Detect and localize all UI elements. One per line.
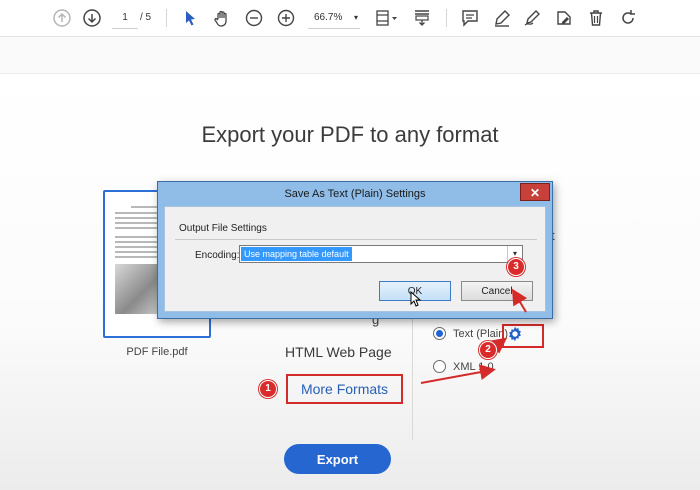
dialog-close-button[interactable]: ✕ <box>520 183 550 201</box>
step-badge-1: 1 <box>259 380 277 398</box>
encoding-value: Use mapping table default <box>241 247 352 261</box>
zoom-value: 66.7% <box>314 12 343 23</box>
mouse-cursor-icon <box>410 290 422 307</box>
step-badge-2: 2 <box>479 341 497 359</box>
secondary-toolbar-band <box>0 37 700 74</box>
dialog-body: Output File Settings Encoding: Use mappi… <box>164 206 546 312</box>
chevron-down-icon: ▾ <box>353 13 358 22</box>
highlight-pen-icon[interactable] <box>492 8 512 28</box>
zoom-out-icon[interactable] <box>244 8 264 28</box>
scroll-mode-icon[interactable] <box>412 8 432 28</box>
draw-icon[interactable] <box>522 8 542 28</box>
page-fit-icon[interactable] <box>374 8 400 28</box>
toolbar-divider <box>446 9 447 27</box>
dialog-title: Save As Text (Plain) Settings <box>284 188 426 200</box>
next-page-icon[interactable] <box>82 8 102 28</box>
gear-icon[interactable] <box>506 325 524 343</box>
save-as-text-settings-dialog: Save As Text (Plain) Settings ✕ Output F… <box>157 181 553 319</box>
zoom-in-icon[interactable] <box>276 8 296 28</box>
file-name: PDF File.pdf <box>126 346 188 358</box>
hand-tool-icon[interactable] <box>212 8 232 28</box>
thumbnail-image <box>115 264 159 314</box>
text-plain-label: Text (Plain) <box>453 328 509 340</box>
xml-radio[interactable] <box>433 360 446 373</box>
page-title: Export your PDF to any format <box>201 122 499 147</box>
html-web-page-option[interactable]: HTML Web Page <box>285 344 392 360</box>
page-number-input[interactable]: 1 <box>112 8 138 29</box>
panel-divider <box>412 300 413 440</box>
comment-icon[interactable] <box>460 8 480 28</box>
rotate-icon[interactable] <box>618 8 638 28</box>
group-divider <box>175 239 537 240</box>
xml-label: XML 1.0 <box>453 361 494 373</box>
export-button[interactable]: Export <box>284 444 391 474</box>
delete-icon[interactable] <box>586 8 606 28</box>
step-badge-3: 3 <box>507 258 525 276</box>
toolbar-divider <box>166 9 167 27</box>
encoding-label: Encoding: <box>195 250 240 261</box>
previous-page-icon[interactable] <box>52 8 72 28</box>
more-formats-button[interactable]: More Formats <box>286 374 403 404</box>
encoding-select[interactable]: Use mapping table default ▾ <box>239 245 523 263</box>
toolbar: 1 / 5 66.7% ▾ <box>0 0 700 37</box>
text-plain-radio[interactable] <box>433 327 446 340</box>
page-count: / 5 <box>140 12 152 23</box>
cancel-button[interactable]: Cancel <box>461 281 533 301</box>
select-cursor-icon[interactable] <box>180 8 200 28</box>
edit-text-icon[interactable] <box>554 8 574 28</box>
zoom-select[interactable]: 66.7% ▾ <box>308 8 360 29</box>
output-file-settings-label: Output File Settings <box>179 223 267 234</box>
